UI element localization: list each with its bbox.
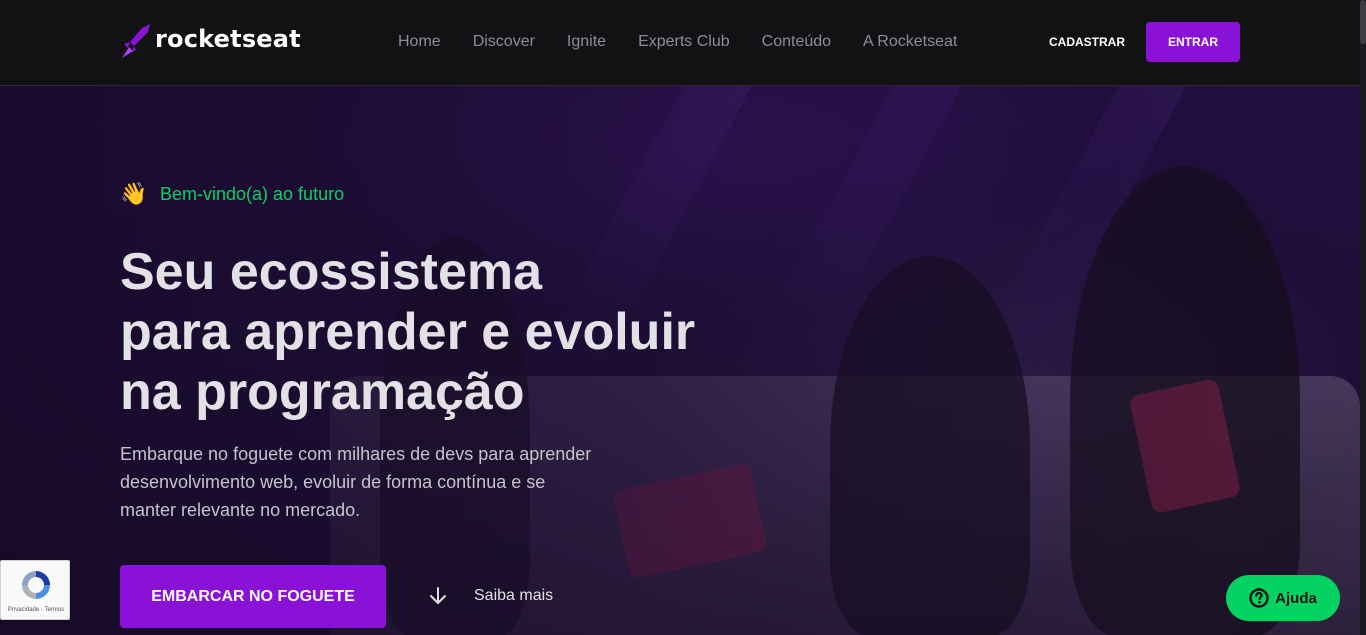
nav-item-home[interactable]: Home [398, 32, 441, 52]
rocket-logo-icon [122, 24, 150, 58]
recaptcha-links[interactable]: Privacidade - Termos [1, 607, 71, 613]
nav-item-conteudo[interactable]: Conteúdo [762, 32, 831, 52]
hero-title-line: na programação [120, 363, 525, 421]
help-button[interactable]: Ajuda [1226, 575, 1340, 621]
question-icon [1249, 588, 1269, 608]
nav-item-discover[interactable]: Discover [473, 32, 535, 52]
nav-item-a-rocketseat[interactable]: A Rocketseat [863, 32, 957, 52]
signup-button[interactable]: CADASTRAR [1040, 22, 1134, 62]
help-label: Ajuda [1275, 589, 1317, 607]
top-navbar: rocketseat Home Discover Ignite Experts … [0, 0, 1360, 86]
recaptcha-icon [22, 571, 50, 599]
nav-item-ignite[interactable]: Ignite [567, 32, 606, 52]
page-scrollbar[interactable] [1360, 0, 1366, 635]
hero-title: Seu ecossistema para aprender e evoluir … [120, 242, 760, 422]
login-button[interactable]: ENTRAR [1146, 22, 1240, 62]
embarcar-button[interactable]: EMBARCAR NO FOGUETE [120, 565, 386, 628]
waving-hand-icon: 👋 [120, 181, 148, 206]
hero-content: 👋 Bem-vindo(a) ao futuro Seu ecossistema… [120, 86, 760, 635]
welcome-tagline: 👋 Bem-vindo(a) ao futuro [120, 181, 344, 207]
main-nav: Home Discover Ignite Experts Club Conteú… [398, 32, 989, 52]
recaptcha-badge[interactable]: Privacidade - Termos [0, 560, 70, 620]
arrow-down-icon [430, 587, 446, 604]
hero-description: Embarque no foguete com milhares de devs… [120, 444, 592, 520]
scrollbar-thumb[interactable] [1360, 0, 1366, 44]
hero-title-line: para aprender e evoluir [120, 303, 696, 361]
welcome-text: Bem-vindo(a) ao futuro [160, 183, 345, 204]
nav-item-experts-club[interactable]: Experts Club [638, 32, 730, 52]
learn-more-link[interactable]: Saiba mais [426, 584, 553, 608]
hero-section: 👋 Bem-vindo(a) ao futuro Seu ecossistema… [0, 86, 1360, 635]
learn-more-label: Saiba mais [474, 587, 554, 604]
rocketseat-logo[interactable]: rocketseat [120, 22, 301, 60]
hero-title-line: Seu ecossistema [120, 243, 543, 301]
logo-wordmark: rocketseat [155, 25, 301, 53]
